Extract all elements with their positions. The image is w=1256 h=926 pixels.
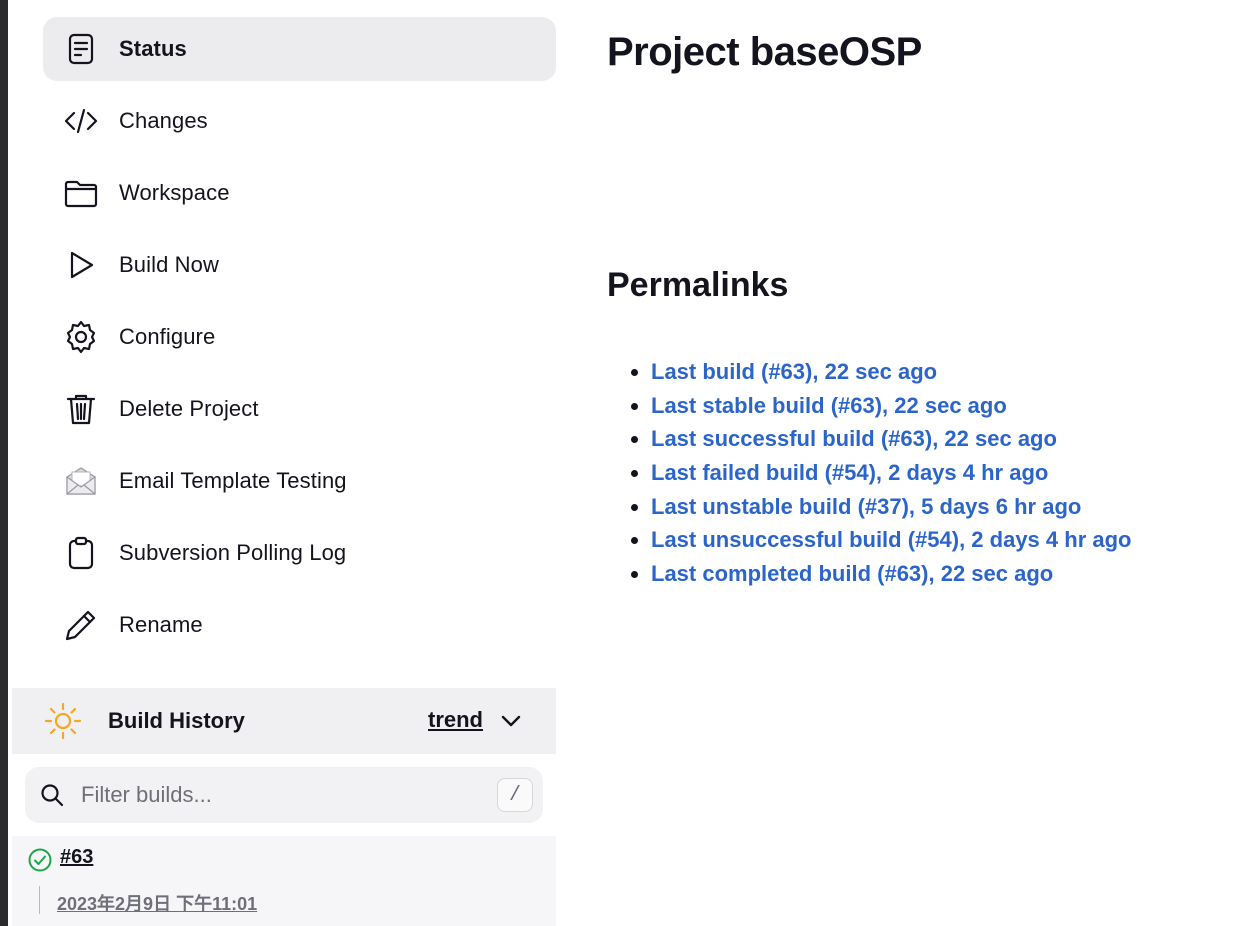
sidebar-item-label: Email Template Testing [119, 468, 347, 493]
sun-icon [44, 702, 82, 740]
filter-builds-box: / [25, 767, 543, 823]
sidebar-item-subversion-polling-log[interactable]: Subversion Polling Log [43, 521, 556, 585]
sidebar-item-status[interactable]: Status [43, 17, 556, 81]
list-item: Last unstable build (#37), 5 days 6 hr a… [630, 490, 1131, 524]
sidebar-item-build-now[interactable]: Build Now [43, 233, 556, 297]
clipboard-icon [63, 535, 99, 571]
window-edge [0, 0, 12, 926]
sidebar: Status Changes Workspace Build Now Confi… [12, 0, 556, 926]
folder-icon [63, 175, 99, 211]
sidebar-item-label: Workspace [119, 180, 230, 205]
search-icon [41, 784, 64, 807]
trash-icon [63, 391, 99, 427]
list-item: Last failed build (#54), 2 days 4 hr ago [630, 456, 1131, 490]
permalink-last-unsuccessful-build[interactable]: Last unsuccessful build (#54), 2 days 4 … [651, 527, 1131, 553]
trend-link[interactable]: trend [428, 707, 483, 733]
permalink-last-successful-build[interactable]: Last successful build (#63), 22 sec ago [651, 426, 1057, 452]
list-item: Last unsuccessful build (#54), 2 days 4 … [630, 523, 1131, 557]
sidebar-item-label: Build Now [119, 252, 219, 277]
sidebar-item-rename[interactable]: Rename [43, 593, 556, 657]
document-icon [63, 31, 99, 67]
permalink-last-build[interactable]: Last build (#63), 22 sec ago [651, 359, 937, 385]
success-check-icon [28, 848, 52, 872]
permalink-last-failed-build[interactable]: Last failed build (#54), 2 days 4 hr ago [651, 460, 1048, 486]
play-icon [63, 247, 99, 283]
pencil-icon [63, 607, 99, 643]
build-number-link[interactable]: #63 [60, 846, 93, 869]
envelope-icon [63, 463, 99, 499]
sidebar-item-delete-project[interactable]: Delete Project [43, 377, 556, 441]
sidebar-item-label: Delete Project [119, 396, 259, 421]
gear-icon [63, 319, 99, 355]
sidebar-item-label: Status [119, 36, 187, 61]
build-history-title: Build History [108, 708, 245, 733]
list-item: Last completed build (#63), 22 sec ago [630, 557, 1131, 591]
permalinks-list: Last build (#63), 22 sec ago Last stable… [630, 355, 1131, 591]
filter-container: / [12, 754, 556, 836]
permalink-last-stable-build[interactable]: Last stable build (#63), 22 sec ago [651, 393, 1007, 419]
build-history-header: Build History trend [12, 688, 556, 754]
page-title: Project baseOSP [607, 30, 922, 74]
list-item: Last build (#63), 22 sec ago [630, 355, 1131, 389]
sidebar-item-label: Changes [119, 108, 208, 133]
sidebar-item-workspace[interactable]: Workspace [43, 161, 556, 225]
permalink-last-unstable-build[interactable]: Last unstable build (#37), 5 days 6 hr a… [651, 494, 1081, 520]
sidebar-item-label: Configure [119, 324, 216, 349]
sidebar-item-configure[interactable]: Configure [43, 305, 556, 369]
main-panel: Project baseOSP Permalinks Last build (#… [607, 0, 1247, 926]
timeline-divider [39, 886, 40, 914]
permalink-last-completed-build[interactable]: Last completed build (#63), 22 sec ago [651, 561, 1053, 587]
code-icon [63, 103, 99, 139]
build-row: #63 2023年2月9日 下午11:01 [12, 836, 556, 926]
list-item: Last stable build (#63), 22 sec ago [630, 389, 1131, 423]
build-date-link[interactable]: 2023年2月9日 下午11:01 [57, 890, 257, 916]
sidebar-item-email-template-testing[interactable]: Email Template Testing [43, 449, 556, 513]
shortcut-key-hint: / [497, 778, 533, 812]
sidebar-item-label: Rename [119, 612, 203, 637]
sidebar-item-changes[interactable]: Changes [43, 89, 556, 153]
chevron-down-icon[interactable] [500, 710, 522, 732]
permalinks-heading: Permalinks [607, 266, 789, 304]
sidebar-item-label: Subversion Polling Log [119, 540, 347, 565]
list-item: Last successful build (#63), 22 sec ago [630, 422, 1131, 456]
filter-builds-input[interactable] [81, 782, 481, 808]
